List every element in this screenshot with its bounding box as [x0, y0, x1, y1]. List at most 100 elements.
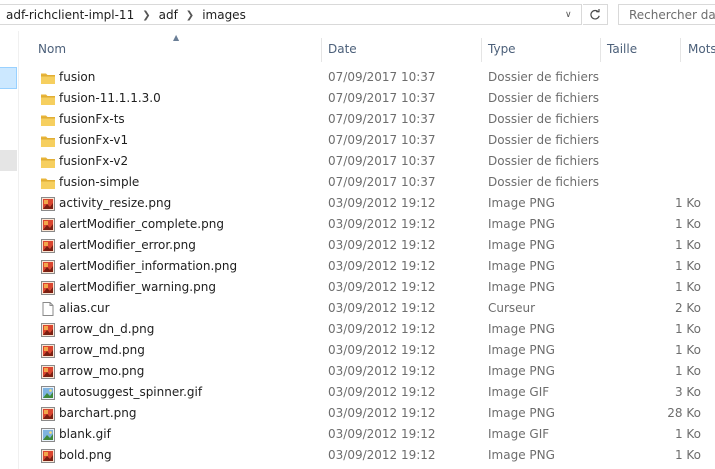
file-date: 03/09/2012 19:12: [328, 343, 436, 357]
column-header-bar: ▲ Nom Date Type Taille Mots: [19, 33, 715, 62]
png-file-icon: [40, 364, 56, 380]
folder-icon: [40, 175, 56, 191]
file-size: 3 Ko: [674, 385, 701, 399]
navigation-pane-selected-item[interactable]: [0, 67, 17, 89]
file-row[interactable]: alertModifier_error.png 03/09/2012 19:12 I…: [19, 235, 715, 256]
search-input[interactable]: Rechercher dans: [618, 4, 715, 25]
file-row[interactable]: alertModifier_warning.png 03/09/2012 19:1…: [19, 277, 715, 298]
file-name: fusion: [59, 70, 96, 84]
breadcrumb-item-adf[interactable]: adf: [159, 8, 178, 22]
file-name: blank.gif: [59, 427, 111, 441]
folder-icon: [40, 154, 56, 170]
file-row[interactable]: fusion-simple 07/09/2017 10:37 Dossier de …: [19, 172, 715, 193]
column-header-type[interactable]: Type: [488, 38, 516, 60]
file-date: 03/09/2012 19:12: [328, 280, 436, 294]
file-row[interactable]: fusion-11.1.1.3.0 07/09/2017 10:37 Dossier…: [19, 88, 715, 109]
sort-ascending-icon: ▲: [173, 33, 180, 42]
file-name: fusion-11.1.1.3.0: [59, 91, 161, 105]
file-type: Dossier de fichiers: [488, 70, 600, 84]
file-size: 1 Ko: [674, 259, 701, 273]
file-size: [607, 67, 701, 88]
file-type: Image PNG: [488, 322, 555, 336]
address-history-dropdown-icon[interactable]: ∨: [565, 10, 572, 20]
file-name: alertModifier_error.png: [59, 238, 196, 252]
column-header-tags[interactable]: Mots: [688, 38, 715, 60]
file-name: fusionFx-v1: [59, 133, 129, 147]
file-row[interactable]: arrow_dn_d.png 03/09/2012 19:12 Image PNG 1…: [19, 319, 715, 340]
file-name: barchart.png: [59, 406, 137, 420]
column-header-size[interactable]: Taille: [607, 38, 637, 60]
file-size: 1 Ko: [674, 427, 701, 441]
address-bar[interactable]: adf-richclient-impl-11 ❯ adf ❯ images ∨: [0, 4, 582, 25]
file-name: alertModifier_warning.png: [59, 280, 216, 294]
file-type: Image GIF: [488, 427, 550, 441]
column-divider[interactable]: [600, 38, 601, 62]
column-divider[interactable]: [321, 38, 322, 62]
breadcrumb-item-images[interactable]: images: [202, 8, 246, 22]
breadcrumb-item-adf-richclient-impl-11[interactable]: adf-richclient-impl-11: [6, 8, 134, 22]
file-row[interactable]: blank.gif 03/09/2012 19:12 Image GIF 1 Ko: [19, 424, 715, 445]
gif-file-icon: [40, 427, 56, 443]
file-date: 07/09/2017 10:37: [328, 70, 436, 84]
file-name: arrow_mo.png: [59, 364, 145, 378]
column-header-name[interactable]: Nom: [38, 38, 66, 60]
png-file-icon: [40, 406, 56, 422]
file-type: Dossier de fichiers: [488, 133, 600, 147]
png-file-icon: [40, 217, 56, 233]
column-divider[interactable]: [481, 38, 482, 62]
file-size: 1 Ko: [674, 343, 701, 357]
file-date: 03/09/2012 19:12: [328, 427, 436, 441]
file-type: Image PNG: [488, 259, 555, 273]
breadcrumb-chevron-icon[interactable]: ❯: [186, 10, 194, 21]
file-type: Image PNG: [488, 364, 555, 378]
file-date: 03/09/2012 19:12: [328, 364, 436, 378]
breadcrumb-chevron-icon[interactable]: ❯: [142, 10, 150, 21]
refresh-button[interactable]: [583, 4, 608, 25]
file-row[interactable]: bold.png 03/09/2012 19:12 Image PNG 1 Ko: [19, 445, 715, 466]
file-type: Dossier de fichiers: [488, 112, 600, 126]
file-row[interactable]: arrow_mo.png 03/09/2012 19:12 Image PNG 1 K…: [19, 361, 715, 382]
file-date: 03/09/2012 19:12: [328, 196, 436, 210]
file-row[interactable]: alertModifier_information.png 03/09/2012 …: [19, 256, 715, 277]
file-name: fusionFx-v2: [59, 154, 129, 168]
file-row[interactable]: arrow_md.png 03/09/2012 19:12 Image PNG 1 K…: [19, 340, 715, 361]
file-type: Image PNG: [488, 343, 555, 357]
file-row[interactable]: fusionFx-v1 07/09/2017 10:37 Dossier de fi…: [19, 130, 715, 151]
file-date: 03/09/2012 19:12: [328, 238, 436, 252]
file-name: arrow_dn_d.png: [59, 322, 155, 336]
file-date: 07/09/2017 10:37: [328, 112, 436, 126]
file-type: Dossier de fichiers: [488, 154, 600, 168]
png-file-icon: [40, 238, 56, 254]
file-size: [607, 151, 701, 172]
blank-file-icon: [40, 301, 56, 317]
file-row[interactable]: alias.cur 03/09/2012 19:12 Curseur 2 Ko: [19, 298, 715, 319]
file-row[interactable]: autosuggest_spinner.gif 03/09/2012 19:12 I…: [19, 382, 715, 403]
file-date: 07/09/2017 10:37: [328, 91, 436, 105]
file-name: arrow_md.png: [59, 343, 145, 357]
file-date: 03/09/2012 19:12: [328, 301, 436, 315]
column-header-date[interactable]: Date: [328, 38, 357, 60]
png-file-icon: [40, 196, 56, 212]
column-divider[interactable]: [680, 38, 681, 62]
file-row[interactable]: activity_resize.png 03/09/2012 19:12 Image…: [19, 193, 715, 214]
file-size: 1 Ko: [674, 364, 701, 378]
file-name: bold.png: [59, 448, 112, 462]
file-row[interactable]: fusionFx-v2 07/09/2017 10:37 Dossier de fi…: [19, 151, 715, 172]
folder-icon: [40, 91, 56, 107]
file-row[interactable]: fusion 07/09/2017 10:37 Dossier de fichier…: [19, 67, 715, 88]
file-type: Image PNG: [488, 217, 555, 231]
navigation-pane-item[interactable]: [0, 150, 17, 171]
file-row[interactable]: alertModifier_complete.png 03/09/2012 19:…: [19, 214, 715, 235]
png-file-icon: [40, 448, 56, 464]
navigation-pane[interactable]: [0, 31, 18, 469]
file-type: Image PNG: [488, 196, 555, 210]
file-row[interactable]: barchart.png 03/09/2012 19:12 Image PNG 28 …: [19, 403, 715, 424]
file-date: 03/09/2012 19:12: [328, 406, 436, 420]
file-row[interactable]: fusionFx-ts 07/09/2017 10:37 Dossier de fi…: [19, 109, 715, 130]
file-type: Image PNG: [488, 448, 555, 462]
folder-icon: [40, 112, 56, 128]
file-size: [607, 172, 701, 193]
file-size: 1 Ko: [674, 322, 701, 336]
file-size: 1 Ko: [674, 217, 701, 231]
file-size: [607, 109, 701, 130]
